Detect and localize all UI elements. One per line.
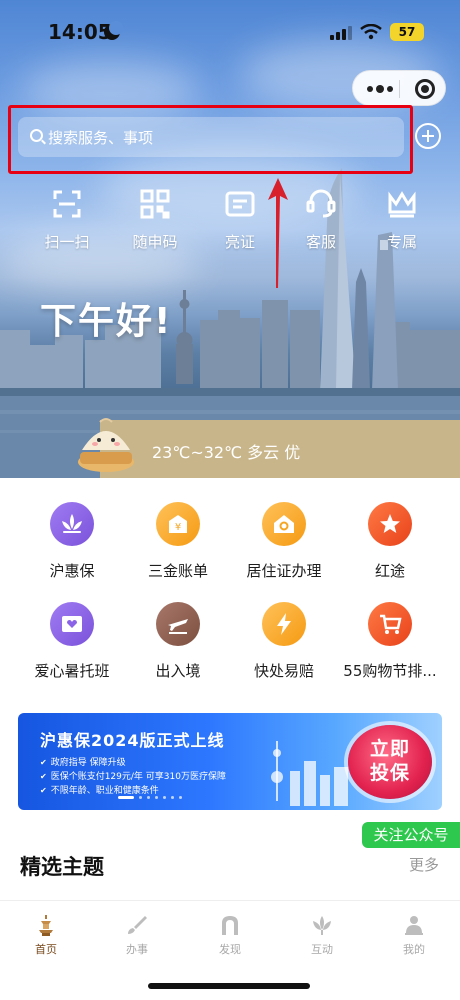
id-card-icon — [225, 191, 255, 217]
quick-action-exclusive[interactable]: 专属 — [367, 188, 437, 258]
section-title: 精选主题 — [20, 855, 104, 879]
hero-banner: 14:05 57 搜索服务、事项 扫一扫 随申码 亮证 客服 专属 下午好! 2… — [0, 0, 460, 478]
promo-banner[interactable]: 沪惠保2024版正式上线 政府指导 保障升级 医保个账支付129元/年 可享31… — [18, 713, 442, 810]
lotus-icon — [62, 514, 82, 533]
star-icon — [380, 514, 400, 533]
quick-action-show-id[interactable]: 亮证 — [205, 188, 275, 258]
service-exit-entry[interactable]: 出入境 — [123, 602, 233, 681]
lightning-icon — [277, 613, 291, 635]
svg-text:¥: ¥ — [175, 522, 181, 533]
tab-discover[interactable]: 发现 — [200, 913, 260, 957]
tab-profile[interactable]: 我的 — [384, 913, 444, 957]
follow-official-account-button[interactable]: 关注公众号 — [362, 822, 460, 848]
heart-card-icon — [62, 616, 82, 632]
shopping-cart-icon — [380, 614, 402, 634]
crown-icon — [388, 191, 416, 218]
moon-icon — [104, 21, 123, 40]
banner-title: 沪惠保2024版正式上线 — [40, 731, 225, 750]
add-icon[interactable] — [415, 123, 441, 149]
qr-code-icon — [140, 189, 170, 219]
arch-icon — [222, 916, 238, 935]
service-hong-tu[interactable]: 红途 — [335, 502, 445, 581]
service-summer-care[interactable]: 爱心暑托班 — [17, 602, 127, 681]
weather-text: 23℃~32℃ 多云 优 — [152, 443, 301, 462]
battery-icon: 57 — [390, 23, 424, 41]
service-shopping-festival[interactable]: 55购物节排... — [335, 602, 445, 681]
tab-services[interactable]: 办事 — [107, 913, 167, 957]
greeting-text: 下午好! — [40, 301, 173, 342]
wifi-icon — [360, 24, 382, 40]
close-mini-program-icon[interactable] — [415, 79, 435, 99]
quick-action-customer-service[interactable]: 客服 — [286, 188, 356, 258]
more-link[interactable]: 更多 — [409, 854, 439, 875]
house-icon — [274, 515, 294, 533]
pagoda-icon — [39, 915, 53, 936]
scan-icon — [53, 190, 81, 218]
status-bar: 14:05 57 — [0, 0, 460, 62]
more-options-icon[interactable] — [367, 85, 393, 93]
tab-home[interactable]: 首页 — [16, 913, 76, 957]
airplane-icon — [168, 619, 188, 634]
quick-action-qr-code[interactable]: 随申码 — [120, 188, 190, 258]
home-indicator — [148, 983, 310, 989]
cellular-signal-icon — [330, 26, 352, 40]
clock: 14:05 — [48, 20, 112, 44]
insure-now-button[interactable]: 立即 投保 — [348, 725, 432, 799]
service-hu-hui-bao[interactable]: 沪惠保 — [17, 502, 127, 581]
tab-interact[interactable]: 互动 — [292, 913, 352, 957]
brush-icon — [128, 916, 147, 934]
person-icon — [405, 916, 423, 935]
customer-service-icon — [306, 189, 336, 218]
annotation-highlight-box — [8, 105, 413, 174]
money-bag-icon: ¥ — [169, 515, 187, 533]
banner-line: 医保个账支付129元/年 可享310万医疗保障 — [40, 769, 226, 782]
banner-line: 政府指导 保障升级 — [40, 755, 126, 768]
quick-action-scan[interactable]: 扫一扫 — [32, 188, 102, 258]
banner-pagination — [118, 796, 182, 799]
service-residence-permit[interactable]: 居住证办理 — [229, 502, 339, 581]
mini-program-capsule — [352, 70, 446, 106]
mascot-bun-icon — [78, 418, 134, 472]
banner-line: 不限年龄、职业和健康条件 — [40, 783, 159, 796]
magnolia-icon — [313, 916, 331, 935]
service-quick-claim[interactable]: 快处易赔 — [229, 602, 339, 681]
service-san-jin-bill[interactable]: ¥ 三金账单 — [123, 502, 233, 581]
